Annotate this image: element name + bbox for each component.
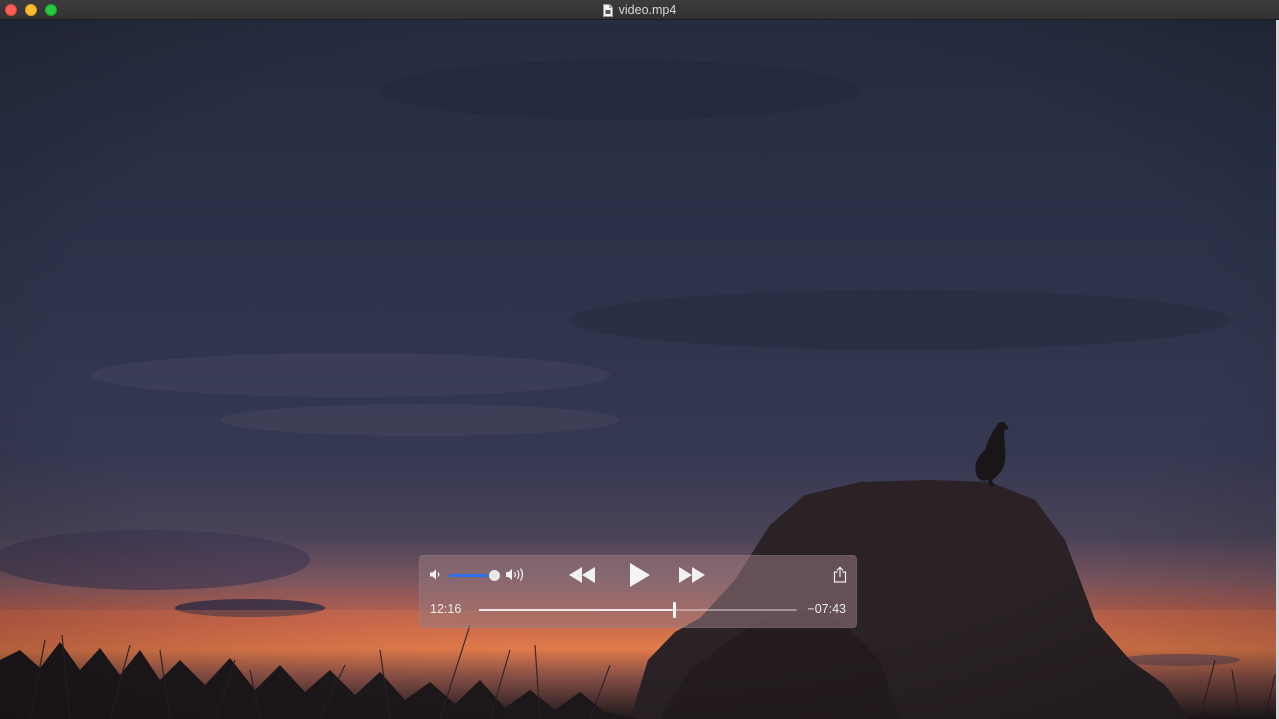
volume-level [449,574,494,577]
scrubber-progress [479,609,674,611]
elapsed-time: 12:16 [430,602,462,616]
rewind-icon[interactable] [568,566,596,584]
scrubber[interactable] [479,602,797,618]
share-icon[interactable] [833,566,847,583]
window-title-text: video.mp4 [618,3,677,17]
volume-low-icon[interactable] [429,568,443,581]
window-title: video.mp4 [0,0,1279,20]
quicktime-window: video.mp4 12:16 −07:43 [0,0,1279,719]
volume-knob[interactable] [488,570,500,581]
play-icon[interactable] [626,562,652,588]
document-icon[interactable] [602,3,613,17]
video-frame[interactable]: 12:16 −07:43 [0,20,1279,719]
playback-controls: 12:16 −07:43 [419,555,857,628]
title-bar[interactable]: video.mp4 [0,0,1279,20]
fast-forward-icon[interactable] [678,566,706,584]
playhead[interactable] [672,602,676,618]
remaining-time: −07:43 [807,602,846,616]
volume-slider[interactable] [449,570,500,581]
volume-high-icon[interactable] [505,567,527,582]
